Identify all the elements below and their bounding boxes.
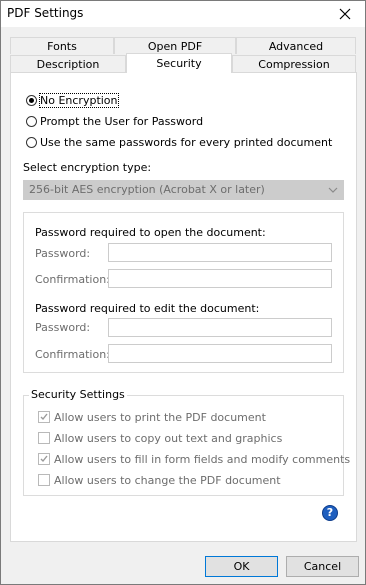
- open-confirmation-label: Confirmation:: [35, 273, 110, 286]
- open-password-input[interactable]: [108, 243, 332, 262]
- radio-no-encryption[interactable]: No Encryption: [26, 92, 119, 108]
- checkbox-checked[interactable]: [38, 453, 50, 465]
- encryption-type-value: 256-bit AES encryption (Acrobat X or lat…: [29, 183, 265, 196]
- ok-button[interactable]: OK: [205, 556, 278, 577]
- allow-copy-checkbox[interactable]: Allow users to copy out text and graphic…: [38, 430, 282, 446]
- security-settings-legend: Security Settings: [29, 388, 127, 401]
- radio-same-passwords-label[interactable]: Use the same passwords for every printed…: [40, 136, 332, 149]
- chevron-down-icon: [328, 187, 338, 193]
- open-confirmation-input[interactable]: [108, 269, 332, 288]
- close-button[interactable]: [325, 1, 365, 27]
- checkbox[interactable]: [38, 474, 50, 486]
- tab-open-pdf-label: Open PDF: [147, 40, 203, 53]
- edit-confirmation-label: Confirmation:: [35, 348, 110, 361]
- tab-advanced-label: Advanced: [268, 40, 324, 53]
- allow-fill-forms-label[interactable]: Allow users to fill in form fields and m…: [54, 453, 350, 466]
- radio-no-encryption-label[interactable]: No Encryption: [39, 92, 119, 108]
- tab-security[interactable]: Security: [126, 53, 232, 73]
- tab-fonts[interactable]: Fonts: [10, 37, 114, 54]
- radio-button[interactable]: [26, 115, 37, 127]
- tab-advanced[interactable]: Advanced: [236, 37, 356, 54]
- tab-fonts-label: Fonts: [47, 40, 77, 53]
- checkmark-icon: [40, 455, 48, 463]
- allow-fill-forms-checkbox[interactable]: Allow users to fill in form fields and m…: [38, 451, 350, 467]
- checkbox[interactable]: [38, 432, 50, 444]
- tab-description[interactable]: Description: [10, 55, 126, 72]
- tab-description-label: Description: [36, 58, 100, 71]
- checkmark-icon: [40, 413, 48, 421]
- radio-button-checked[interactable]: [26, 94, 37, 106]
- radio-button[interactable]: [26, 136, 37, 148]
- radio-same-passwords[interactable]: Use the same passwords for every printed…: [26, 134, 332, 150]
- radio-prompt-password-label[interactable]: Prompt the User for Password: [40, 115, 203, 128]
- edit-password-input[interactable]: [108, 318, 332, 337]
- tab-compression-label: Compression: [258, 58, 330, 71]
- tab-compression[interactable]: Compression: [232, 55, 356, 72]
- allow-print-checkbox[interactable]: Allow users to print the PDF document: [38, 409, 266, 425]
- allow-print-label[interactable]: Allow users to print the PDF document: [54, 411, 266, 424]
- edit-confirmation-input[interactable]: [108, 344, 332, 363]
- open-password-heading: Password required to open the document:: [35, 226, 266, 239]
- allow-copy-label[interactable]: Allow users to copy out text and graphic…: [54, 432, 282, 445]
- encryption-type-select[interactable]: 256-bit AES encryption (Acrobat X or lat…: [23, 180, 344, 200]
- allow-change-checkbox[interactable]: Allow users to change the PDF document: [38, 472, 281, 488]
- window-title: PDF Settings: [7, 6, 84, 20]
- pdf-settings-window: PDF Settings Fonts Open PDF Advanced Des…: [0, 0, 366, 585]
- edit-password-label: Password:: [35, 321, 91, 334]
- cancel-button[interactable]: Cancel: [286, 556, 359, 577]
- allow-change-label[interactable]: Allow users to change the PDF document: [54, 474, 281, 487]
- radio-prompt-password[interactable]: Prompt the User for Password: [26, 113, 203, 129]
- checkbox-checked[interactable]: [38, 411, 50, 423]
- tab-open-pdf[interactable]: Open PDF: [114, 37, 236, 54]
- encryption-type-label: Select encryption type:: [23, 161, 152, 174]
- title-bar: PDF Settings: [1, 1, 365, 27]
- open-password-label: Password:: [35, 247, 91, 260]
- tab-security-label: Security: [156, 57, 202, 70]
- edit-password-heading: Password required to edit the document:: [35, 302, 260, 315]
- help-icon[interactable]: ?: [322, 505, 338, 521]
- close-icon: [339, 8, 351, 20]
